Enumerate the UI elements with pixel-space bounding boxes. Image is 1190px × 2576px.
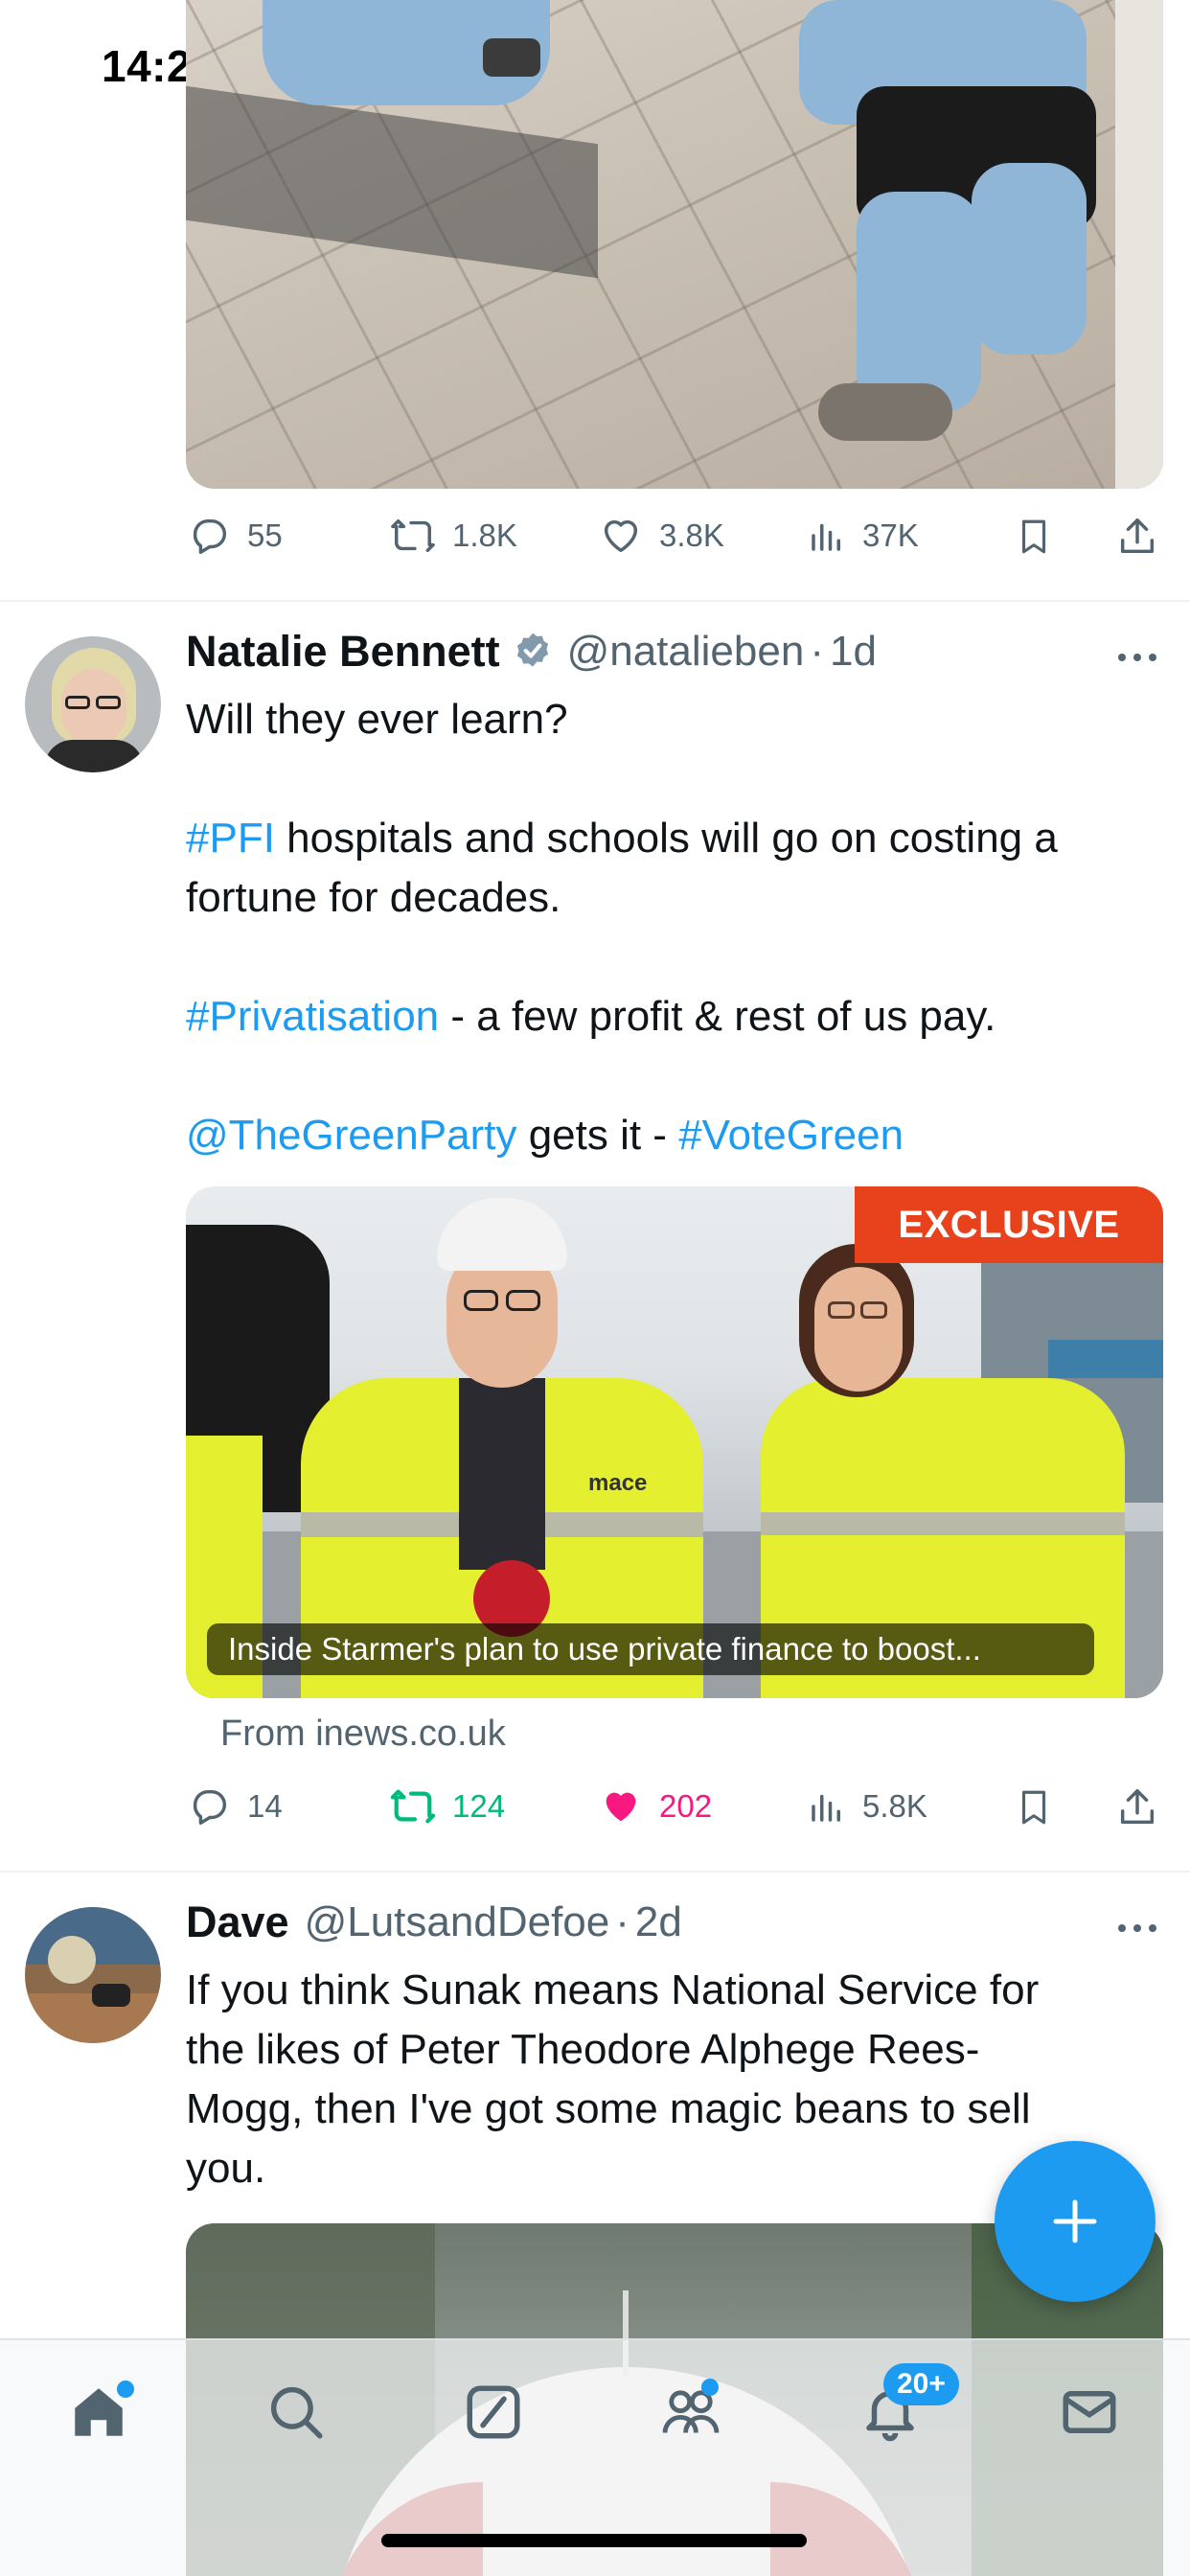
- retweet-count: 124: [452, 1788, 506, 1824]
- tweet-text: Will they ever learn? #PFI hospitals and…: [186, 690, 1154, 1165]
- mention-link[interactable]: @TheGreenParty: [186, 1112, 516, 1159]
- more-icon[interactable]: [1115, 1919, 1159, 1938]
- avatar[interactable]: [25, 636, 161, 772]
- tab-communities[interactable]: [648, 2369, 734, 2455]
- reply-button[interactable]: 55: [188, 514, 283, 558]
- bookmark-icon: [1021, 519, 1046, 554]
- views-icon: [812, 1794, 840, 1822]
- like-count: 3.8K: [659, 518, 724, 553]
- link-card-image[interactable]: mace EXCLUSIVE Inside Starmer's plan to …: [186, 1186, 1163, 1698]
- like-icon: [606, 1792, 636, 1822]
- views-icon: [812, 523, 840, 551]
- avatar[interactable]: [25, 1907, 161, 2043]
- views-button[interactable]: 37K: [807, 514, 919, 558]
- tab-home[interactable]: [56, 2369, 142, 2455]
- mace-logo: mace: [588, 1470, 648, 1496]
- verified-icon: [516, 632, 548, 667]
- tweet-divider: [0, 600, 1190, 602]
- hashtag-link[interactable]: #VoteGreen: [678, 1112, 904, 1159]
- tweet-divider: [0, 1871, 1190, 1873]
- tweet-line: If you think Sunak means National Servic…: [186, 1966, 1040, 2013]
- separator-dot: ·: [810, 628, 824, 675]
- retweet-button[interactable]: 124: [389, 1784, 505, 1828]
- reply-icon: [193, 1789, 227, 1825]
- tab-search[interactable]: [253, 2369, 339, 2455]
- share-button[interactable]: [1115, 1784, 1159, 1830]
- share-icon: [1120, 518, 1155, 554]
- card-source[interactable]: From inews.co.uk: [220, 1714, 506, 1755]
- tweet-line: fortune for decades.: [186, 874, 561, 921]
- tweet-actions: 14 124 202 5.8K: [0, 1779, 1190, 1836]
- compose-button[interactable]: [995, 2141, 1156, 2302]
- author-handle[interactable]: @natalieben: [567, 628, 805, 676]
- views-count: 37K: [862, 518, 919, 553]
- more-icon[interactable]: [1115, 648, 1159, 667]
- tweet-line: - a few profit & rest of us pay.: [439, 993, 996, 1040]
- tweet-header: Dave @LutsandDefoe · 2d: [186, 1898, 682, 1947]
- bookmark-button[interactable]: [1014, 514, 1054, 560]
- tweet-actions: 55 1.8K 3.8K 37K: [0, 508, 1190, 565]
- tweet-header: Natalie Bennett @natalieben · 1d: [186, 627, 877, 677]
- bookmark-button[interactable]: [1014, 1784, 1054, 1830]
- share-icon: [1120, 1789, 1155, 1825]
- like-count: 202: [659, 1788, 713, 1824]
- grok-icon: [467, 2385, 520, 2439]
- views-count: 5.8K: [862, 1788, 927, 1824]
- messages-icon: [1063, 2391, 1116, 2433]
- hashtag-link[interactable]: #Privatisation: [186, 993, 439, 1040]
- like-icon: [604, 519, 638, 553]
- tab-notifications[interactable]: 20+: [847, 2363, 959, 2455]
- views-button[interactable]: 5.8K: [807, 1784, 927, 1828]
- compose-plus-icon: [1053, 2199, 1097, 2243]
- exclusive-badge: EXCLUSIVE: [855, 1186, 1163, 1263]
- retweet-button[interactable]: 1.8K: [389, 514, 517, 558]
- reply-count: 55: [247, 518, 283, 553]
- author-handle[interactable]: @LutsandDefoe: [305, 1898, 610, 1946]
- tweet-text: If you think Sunak means National Servic…: [186, 1961, 1154, 2198]
- like-button[interactable]: 202: [598, 1784, 712, 1828]
- tweet-line: gets it -: [516, 1112, 679, 1159]
- tab-messages[interactable]: [1046, 2369, 1133, 2455]
- tweet-time[interactable]: 1d: [830, 628, 877, 676]
- new-content-dot: [117, 2380, 134, 2398]
- author-name[interactable]: Natalie Bennett: [186, 627, 500, 677]
- share-button[interactable]: [1115, 514, 1159, 560]
- new-content-dot: [701, 2379, 719, 2396]
- reply-icon: [193, 518, 227, 554]
- reply-count: 14: [247, 1788, 283, 1824]
- notifications-badge: 20+: [883, 2363, 959, 2405]
- tab-grok[interactable]: [450, 2369, 537, 2455]
- tweet-line: hospitals and schools will go on costing…: [274, 815, 1058, 862]
- reply-button[interactable]: 14: [188, 1784, 283, 1828]
- tweet-line: Mogg, then I've got some magic beans to …: [186, 2085, 1031, 2132]
- retweet-count: 1.8K: [452, 518, 517, 553]
- home-indicator: [381, 2534, 807, 2547]
- retweet-icon: [390, 1789, 436, 1824]
- author-name[interactable]: Dave: [186, 1898, 289, 1947]
- hashtag-link[interactable]: #PFI: [186, 815, 275, 862]
- tweet-time[interactable]: 2d: [635, 1898, 682, 1946]
- card-title: Inside Starmer's plan to use private fin…: [207, 1623, 1094, 1675]
- retweet-icon: [391, 518, 435, 553]
- search-icon: [270, 2386, 323, 2439]
- like-button[interactable]: 3.8K: [598, 514, 724, 558]
- separator-dot: ·: [615, 1898, 629, 1945]
- tweet-line: Will they ever learn?: [186, 696, 568, 743]
- tweet-media-image[interactable]: [186, 0, 1163, 489]
- bookmark-icon: [1021, 1790, 1046, 1825]
- tweet-line: the likes of Peter Theodore Alphege Rees…: [186, 2026, 980, 2073]
